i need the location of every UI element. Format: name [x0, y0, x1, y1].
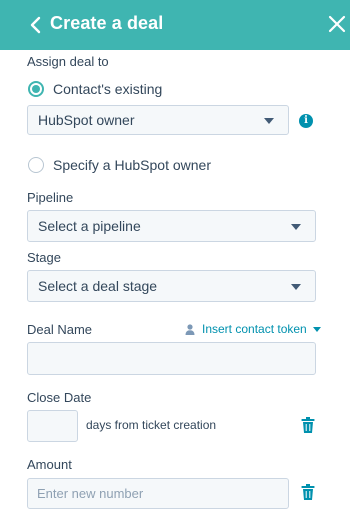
amount-input[interactable] [27, 478, 289, 509]
person-icon [185, 323, 195, 335]
insert-contact-token-label: Insert contact token [202, 322, 307, 336]
pipeline-label: Pipeline [27, 190, 74, 205]
chevron-down-icon [264, 118, 274, 124]
panel-title: Create a deal [50, 13, 164, 33]
chevron-down-icon [291, 284, 301, 290]
chevron-down-icon [291, 224, 301, 230]
close-date-label: Close Date [27, 390, 92, 405]
insert-contact-token-link[interactable]: Insert contact token [185, 322, 321, 336]
trash-icon[interactable] [301, 484, 315, 500]
stage-label: Stage [27, 250, 61, 265]
pipeline-select-value: Select a pipeline [38, 218, 141, 234]
chevron-left-icon[interactable] [26, 15, 46, 35]
owner-select[interactable]: HubSpot owner [27, 105, 289, 135]
close-icon[interactable] [326, 13, 348, 35]
close-date-suffix: days from ticket creation [86, 418, 217, 432]
deal-name-label: Deal Name [27, 322, 93, 337]
amount-label: Amount [27, 457, 72, 472]
owner-select-value: HubSpot owner [38, 112, 135, 128]
chevron-down-icon [312, 326, 321, 332]
radio-specify-owner-label[interactable]: Specify a HubSpot owner [53, 157, 211, 173]
assign-deal-label: Assign deal to [27, 54, 109, 69]
radio-specify-owner[interactable] [28, 157, 44, 173]
stage-select[interactable]: Select a deal stage [27, 270, 316, 302]
pipeline-select[interactable]: Select a pipeline [27, 210, 316, 242]
close-date-days-input[interactable] [27, 410, 78, 442]
deal-name-input[interactable] [27, 342, 316, 375]
trash-icon[interactable] [301, 417, 315, 433]
stage-select-value: Select a deal stage [38, 278, 158, 294]
info-icon[interactable]: i [299, 114, 313, 128]
radio-contacts-existing-label[interactable]: Contact's existing [53, 81, 162, 97]
panel-header: Create a deal [0, 0, 350, 50]
radio-contacts-existing[interactable] [28, 81, 44, 97]
